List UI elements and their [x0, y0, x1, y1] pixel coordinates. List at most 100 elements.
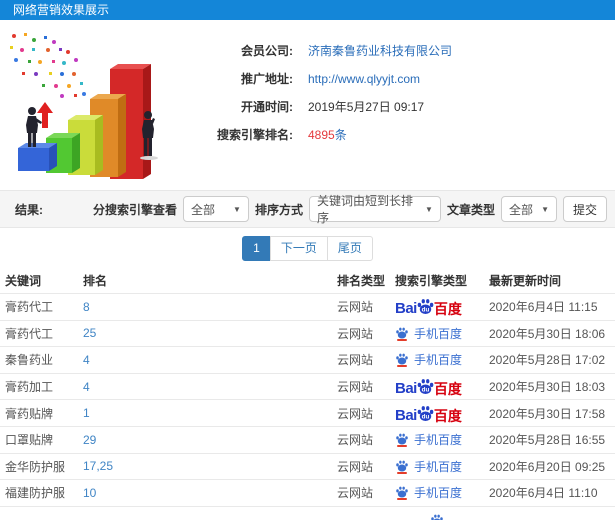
chevron-down-icon: ▼	[541, 204, 549, 214]
article-type-select[interactable]: 全部 ▼	[500, 196, 557, 222]
mobile-baidu-label: 手机百度	[414, 433, 463, 448]
paw-underline	[397, 365, 407, 368]
engine-select-value: 全部	[190, 202, 215, 217]
mobile-baidu-logo: 手机百度	[395, 458, 462, 475]
update-time-cell: 2020年5月30日 18:03	[489, 380, 606, 395]
col-update-time: 最新更新时间	[489, 274, 562, 288]
info-row-url: 推广地址: http://www.qlyyjt.com	[175, 66, 452, 91]
rank-count-value: 4895条	[308, 126, 347, 143]
result-label: 结果:	[15, 202, 43, 217]
paw-underline	[397, 445, 407, 448]
last-page-button[interactable]: 尾页	[326, 235, 373, 261]
baidu-paw-icon	[396, 460, 408, 472]
rank-type-cell: 云网站	[337, 353, 374, 368]
keyword-cell: 膏药代工	[5, 326, 54, 341]
col-keyword: 关键词	[5, 274, 42, 288]
filter-bar: 结果: 分搜索引擎查看 全部 ▼ 排序方式 关键词由短到长排序 ▼ 文章类型 全…	[0, 190, 615, 228]
baidu-logo: Bai du 百度	[395, 377, 462, 396]
table-row: 福建防护服 10 云网站 手机百度 2020年6月4日 11:10	[0, 480, 615, 507]
confetti-dots	[10, 33, 86, 98]
keyword-cell: 膏药贴牌	[5, 406, 54, 421]
baidu-logo: Bai du 百度	[395, 404, 462, 423]
window-titlebar: 网络营销效果展示	[0, 0, 615, 20]
company-name-link[interactable]: 济南秦鲁药业科技有限公司	[308, 42, 452, 59]
engine-cell: 手机百度	[395, 431, 485, 448]
rank-link[interactable]: 8	[83, 300, 337, 314]
engine-cell: 手机百度	[395, 458, 485, 475]
table-body: 膏药代工 8 云网站 Bai du 百度 2020年6月4日 11:15 膏药代…	[0, 294, 615, 507]
engine-cell: Bai du 百度	[395, 297, 485, 316]
svg-text:du: du	[421, 307, 429, 314]
sort-select[interactable]: 关键词由短到长排序 ▼	[308, 194, 441, 225]
rank-type-cell: 云网站	[337, 406, 374, 421]
sort-select-value: 关键词由短到长排序	[316, 194, 413, 225]
update-time-cell: 2020年6月4日 11:15	[489, 300, 598, 315]
baidu-logo-cn-text: 百度	[433, 381, 462, 398]
rank-link[interactable]: 4	[83, 353, 337, 367]
baidu-logo-cn-text: 百度	[433, 407, 462, 424]
rank-link[interactable]: 10	[83, 486, 337, 500]
keyword-cell: 膏药代工	[5, 300, 54, 315]
engine-cell: 手机百度	[395, 351, 485, 368]
chevron-down-icon: ▼	[425, 204, 433, 214]
mobile-baidu-label: 手机百度	[414, 326, 463, 341]
keyword-cell: 金华防护服	[5, 459, 66, 474]
info-row-company: 会员公司: 济南秦鲁药业科技有限公司	[175, 38, 452, 63]
info-row-open-time: 开通时间: 2019年5月27日 09:17	[175, 94, 452, 119]
partial-next-row	[0, 507, 615, 520]
mobile-baidu-logo: 手机百度	[395, 484, 462, 501]
rank-type-cell: 云网站	[337, 380, 374, 395]
paw-underline	[397, 338, 407, 341]
submit-button[interactable]: 提交	[562, 196, 607, 222]
update-time-cell: 2020年6月20日 09:25	[489, 459, 606, 474]
info-row-rank-count: 搜索引擎排名: 4895条	[175, 122, 452, 147]
pagination: 1 下一页 尾页	[0, 228, 615, 268]
baidu-paw-icon	[396, 327, 408, 339]
chevron-down-icon: ▼	[233, 204, 241, 214]
keyword-cell: 膏药加工	[5, 380, 54, 395]
table-row: 膏药代工 8 云网站 Bai du 百度 2020年6月4日 11:15	[0, 294, 615, 321]
rank-link[interactable]: 17,25	[83, 459, 337, 473]
table-row: 膏药贴牌 1 云网站 Bai du 百度 2020年5月30日 17:58	[0, 400, 615, 427]
engine-cell: 手机百度	[395, 484, 485, 501]
baidu-paw-icon	[396, 354, 408, 366]
baidu-paw-icon	[396, 487, 408, 498]
rank-type-cell: 云网站	[337, 300, 374, 315]
company-info-section: 会员公司: 济南秦鲁药业科技有限公司 推广地址: http://www.qlyy…	[0, 20, 615, 190]
rank-count-unit: 条	[334, 128, 347, 142]
table-row: 口罩贴牌 29 云网站 手机百度 2020年5月28日 16:55	[0, 427, 615, 454]
page-1-button[interactable]: 1	[242, 235, 271, 261]
baidu-paw-icon	[396, 433, 408, 445]
baidu-logo: Bai du 百度	[395, 297, 462, 316]
mobile-baidu-label: 手机百度	[414, 486, 463, 501]
promo-url-link[interactable]: http://www.qlyyjt.com	[308, 72, 420, 86]
rank-count-label: 搜索引擎排名:	[217, 128, 293, 142]
mobile-baidu-label: 手机百度	[414, 353, 463, 368]
growth-chart-image	[10, 33, 158, 179]
engine-select[interactable]: 全部 ▼	[182, 196, 249, 222]
table-row: 膏药加工 4 云网站 Bai du 百度 2020年5月30日 18:03	[0, 374, 615, 401]
mobile-baidu-logo: 手机百度	[395, 431, 462, 448]
baidu-logo-bai-text: Bai	[395, 300, 417, 318]
rank-link[interactable]: 29	[83, 433, 337, 447]
baidu-paw-icon: du	[417, 299, 434, 315]
update-time-cell: 2020年6月4日 11:10	[489, 486, 598, 501]
rank-count-number: 4895	[308, 128, 335, 142]
update-time-cell: 2020年5月30日 17:58	[489, 406, 606, 421]
col-rank: 排名	[83, 274, 108, 288]
col-engine-type: 搜索引擎类型	[395, 274, 468, 288]
baidu-paw-icon	[431, 514, 443, 520]
table-row: 膏药代工 25 云网站 手机百度 2020年5月30日 18:06	[0, 321, 615, 348]
keyword-cell: 秦鲁药业	[5, 353, 54, 368]
promo-url-label: 推广地址:	[241, 72, 293, 86]
sort-filter-label: 排序方式	[254, 202, 303, 217]
baidu-logo-bai-text: Bai	[395, 380, 417, 398]
rank-type-cell: 云网站	[337, 459, 374, 474]
mobile-baidu-logo: 手机百度	[395, 325, 462, 342]
rank-link[interactable]: 25	[83, 326, 337, 340]
paw-underline	[397, 471, 407, 474]
rank-link[interactable]: 1	[83, 406, 337, 420]
article-type-label: 文章类型	[446, 202, 495, 217]
rank-link[interactable]: 4	[83, 380, 337, 394]
next-page-button[interactable]: 下一页	[269, 235, 328, 261]
